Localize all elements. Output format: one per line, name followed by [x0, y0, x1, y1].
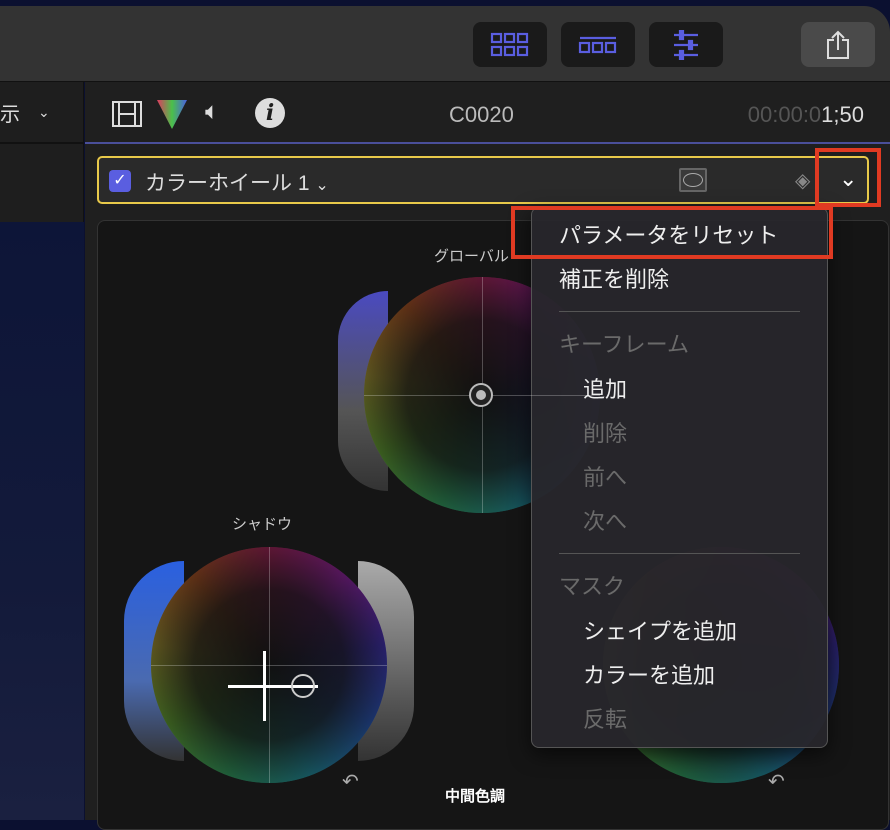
chevron-down-icon: ⌄ [315, 177, 329, 194]
shadow-puck[interactable] [291, 674, 315, 698]
effect-name-dropdown[interactable]: カラーホイール 1 ⌄ [145, 167, 329, 197]
grid-icon [490, 32, 529, 56]
chevron-down-icon: ⌄ [38, 103, 50, 120]
keyframe-icon[interactable]: ◈ [795, 168, 810, 193]
mask-button[interactable] [679, 168, 707, 192]
menu-header-keyframe: キーフレーム [559, 332, 690, 357]
shadow-wheel[interactable] [151, 547, 387, 783]
clip-name: C0020 [449, 102, 514, 127]
color-tab-icon[interactable] [155, 98, 189, 130]
browser-button[interactable] [473, 22, 547, 67]
effect-checkbox[interactable]: ✓ [109, 170, 131, 192]
share-icon [827, 30, 849, 59]
toolbar [0, 6, 890, 82]
global-puck[interactable] [469, 383, 493, 407]
effect-row: ✓ カラーホイール 1 ⌄ ◈ ⌄ [97, 156, 869, 204]
menu-separator [559, 311, 800, 312]
inspector-header: 🔈︎ i C0020 00:00:01;50 [85, 82, 890, 144]
menu-delete-keyframe: 削除 [583, 421, 628, 446]
timeline-button[interactable] [561, 22, 635, 67]
menu-add-color-mask[interactable]: カラーを追加 [532, 656, 827, 696]
menu-add-shape-mask[interactable]: シェイプを追加 [532, 612, 827, 652]
timecode: 00:00:01;50 [748, 102, 864, 128]
midtone-label: 中間色調 [445, 788, 506, 805]
timeline-icon [578, 36, 617, 53]
highlight-reset-icon[interactable]: ↶ [768, 769, 785, 794]
view-menu[interactable]: 示 ⌄ [0, 82, 83, 144]
share-button[interactable] [801, 22, 875, 67]
global-label: グローバル [434, 248, 509, 265]
menu-header-mask: マスク [559, 574, 626, 599]
highlight-box-reset [511, 206, 833, 259]
menu-invert-mask: 反転 [583, 707, 628, 732]
view-label: 示 [0, 103, 20, 126]
menu-next-keyframe: 次へ [583, 509, 628, 534]
audio-tab-icon[interactable]: 🔈︎ [205, 98, 219, 126]
menu-delete-correction[interactable]: 補正を削除 [532, 260, 827, 300]
menu-add-keyframe[interactable]: 追加 [532, 370, 827, 410]
left-pane: 示 ⌄ [0, 82, 84, 820]
sliders-icon [674, 29, 698, 60]
viewer [0, 222, 84, 820]
highlight-box-chevron [815, 148, 881, 207]
timecode-bright: 1;50 [821, 102, 864, 127]
shadow-label: シャドウ [232, 516, 293, 533]
menu-prev-keyframe: 前へ [583, 465, 628, 490]
video-tab-icon[interactable] [111, 100, 143, 128]
info-tab-icon[interactable]: i [255, 98, 285, 128]
menu-separator [559, 553, 800, 554]
timecode-dim: 00:00:0 [747, 102, 822, 127]
ellipse-icon [683, 173, 703, 187]
effect-context-menu: パラメータをリセット 補正を削除 キーフレーム 追加 削除 前へ 次へ マスク … [531, 207, 828, 748]
effect-name: カラーホイール 1 [145, 172, 310, 195]
shadow-reset-icon[interactable]: ↶ [342, 769, 359, 794]
inspector-button[interactable] [649, 22, 723, 67]
